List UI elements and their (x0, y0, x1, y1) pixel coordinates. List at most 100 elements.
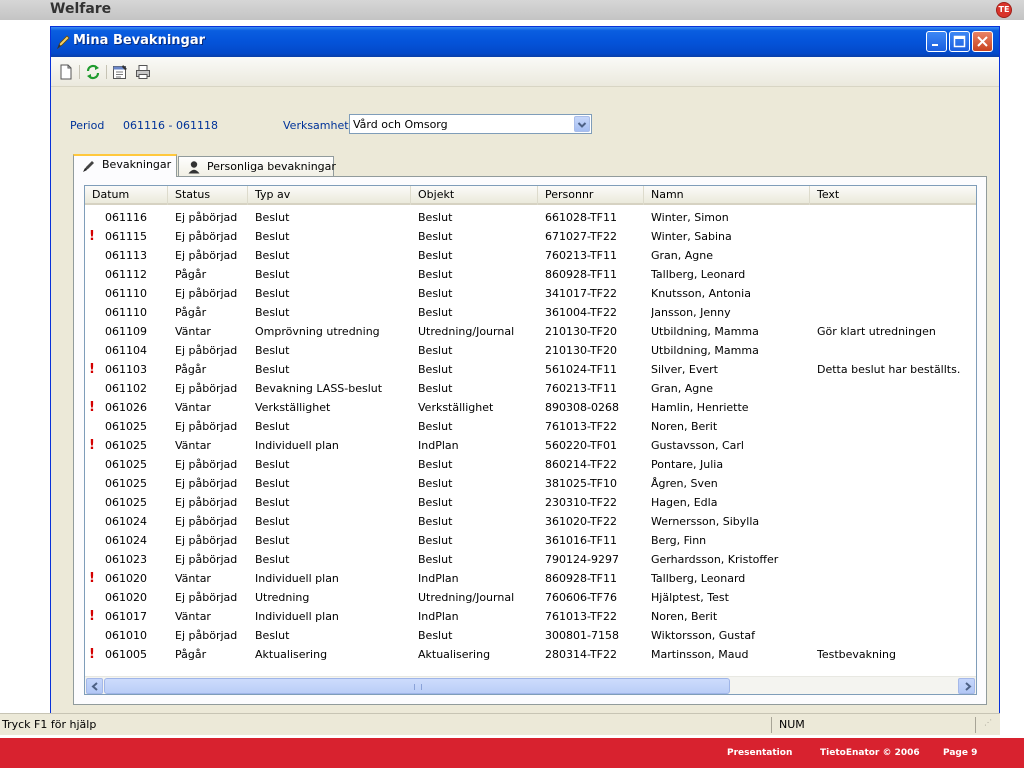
cell-personnr: 860928-TF11 (545, 572, 617, 585)
column-header-text[interactable]: Text (810, 186, 976, 205)
print-icon[interactable] (135, 64, 151, 80)
properties-icon[interactable] (112, 64, 128, 80)
table-row[interactable]: 061024 Ej påbörjad Beslut Beslut 361016-TF11… (85, 531, 976, 550)
cell-status: Väntar (175, 401, 211, 414)
cell-typ: Beslut (255, 458, 290, 471)
verksamhet-select[interactable]: Vård och Omsorg (349, 114, 592, 134)
cell-personnr: 381025-TF10 (545, 477, 617, 490)
table-row[interactable]: 061023 Ej påbörjad Beslut Beslut 790124-9297… (85, 550, 976, 569)
horizontal-scrollbar[interactable] (85, 676, 976, 694)
table-row[interactable]: 061109 Väntar Omprövning utredning Utrednin… (85, 322, 976, 341)
table-row[interactable]: 061110 Ej påbörjad Beslut Beslut 341017-TF22… (85, 284, 976, 303)
table-row[interactable]: ! 061103 Pågår Beslut Beslut 561024-TF11 Silve… (85, 360, 976, 379)
cell-status: Pågår (175, 648, 207, 661)
cell-objekt: Beslut (418, 287, 453, 300)
cell-datum: 061023 (105, 553, 147, 566)
cell-typ: Verkställighet (255, 401, 331, 414)
table-row[interactable]: 061113 Ej påbörjad Beslut Beslut 760213-TF11… (85, 246, 976, 265)
cell-personnr: 860214-TF22 (545, 458, 617, 471)
tab-personliga-bevakningar[interactable]: Personliga bevakningar (178, 156, 336, 177)
period-value: 061116 - 061118 (123, 119, 218, 132)
column-header-objekt[interactable]: Objekt (411, 186, 538, 205)
cell-typ: Beslut (255, 363, 290, 376)
cell-namn: Utbildning, Mamma (651, 344, 759, 357)
table-row[interactable]: 061102 Ej påbörjad Bevakning LASS-beslut Be… (85, 379, 976, 398)
cell-objekt: Beslut (418, 249, 453, 262)
close-button[interactable] (972, 31, 993, 52)
table-row[interactable]: 061025 Ej påbörjad Beslut Beslut 860214-TF22… (85, 455, 976, 474)
tab-label: Bevakningar (102, 158, 172, 171)
cell-datum: 061025 (105, 420, 147, 433)
cell-namn: Winter, Sabina (651, 230, 732, 243)
help-text: Tryck F1 för hjälp (2, 718, 97, 731)
priority-flag-icon: ! (89, 609, 95, 624)
cell-personnr: 761013-TF22 (545, 420, 617, 433)
cell-personnr: 661028-TF11 (545, 211, 617, 224)
arrow-right-icon (965, 682, 972, 691)
cell-typ: Aktualisering (255, 648, 328, 661)
new-document-icon[interactable] (58, 64, 74, 80)
toolbar (51, 57, 999, 87)
cell-text (817, 588, 975, 607)
minimize-icon (932, 44, 938, 46)
minimize-button[interactable] (926, 31, 947, 52)
priority-flag-icon: ! (89, 647, 95, 662)
table-row[interactable]: 061025 Ej påbörjad Beslut Beslut 761013-TF22… (85, 417, 976, 436)
scroll-thumb[interactable] (104, 678, 730, 694)
table-row[interactable]: 061112 Pågår Beslut Beslut 860928-TF11 Tallbe… (85, 265, 976, 284)
title-bar[interactable]: Mina Bevakningar (51, 27, 999, 57)
app-pen-icon (57, 35, 70, 50)
column-header-personnr[interactable]: Personnr (538, 186, 644, 205)
table-row[interactable]: ! 061020 Väntar Individuell plan IndPlan 8609… (85, 569, 976, 588)
priority-flag-icon: ! (89, 229, 95, 244)
column-header-status[interactable]: Status (168, 186, 248, 205)
table-row[interactable]: 061104 Ej påbörjad Beslut Beslut 210130-TF20… (85, 341, 976, 360)
table-row[interactable]: 061024 Ej påbörjad Beslut Beslut 361020-TF22… (85, 512, 976, 531)
table-header: Datum Status Typ av Objekt Personnr Namn… (85, 186, 976, 205)
cell-namn: Tallberg, Leonard (651, 572, 746, 585)
cell-text (817, 246, 975, 265)
toolbar-separator (79, 65, 80, 79)
table-row[interactable]: ! 061115 Ej påbörjad Beslut Beslut 671027-TF2… (85, 227, 976, 246)
table-row[interactable]: 061110 Pågår Beslut Beslut 361004-TF22 Jansso… (85, 303, 976, 322)
cell-status: Ej påbörjad (175, 515, 238, 528)
app-window: Mina Bevakningar Period 061116 - 061118 … (50, 26, 1000, 735)
cell-namn: Gerhardsson, Kristoffer (651, 553, 779, 566)
bevakningar-table: Datum Status Typ av Objekt Personnr Namn… (84, 185, 977, 695)
table-row[interactable]: 061025 Ej påbörjad Beslut Beslut 230310-TF22… (85, 493, 976, 512)
close-icon (977, 36, 988, 47)
cell-status: Väntar (175, 572, 211, 585)
refresh-icon[interactable] (85, 64, 101, 80)
table-row[interactable]: ! 061017 Väntar Individuell plan IndPlan 7610… (85, 607, 976, 626)
table-row[interactable]: 061020 Ej påbörjad Utredning Utredning/Jour… (85, 588, 976, 607)
dropdown-button[interactable] (574, 116, 590, 132)
column-header-typ-av[interactable]: Typ av (248, 186, 411, 205)
table-row[interactable]: ! 061025 Väntar Individuell plan IndPlan 5602… (85, 436, 976, 455)
cell-datum: 061109 (105, 325, 147, 338)
cell-namn: Utbildning, Mamma (651, 325, 759, 338)
cell-datum: 061025 (105, 477, 147, 490)
cell-personnr: 280314-TF22 (545, 648, 617, 661)
tab-bevakningar[interactable]: Bevakningar (73, 154, 177, 177)
status-divider (771, 717, 772, 733)
person-icon (188, 161, 200, 174)
table-row[interactable]: ! 061005 Pågår Aktualisering Aktualisering 28… (85, 645, 976, 664)
scroll-right-button[interactable] (958, 678, 975, 694)
cell-typ: Beslut (255, 534, 290, 547)
cell-datum: 061010 (105, 629, 147, 642)
maximize-button[interactable] (949, 31, 970, 52)
cell-personnr: 341017-TF22 (545, 287, 617, 300)
cell-status: Ej påbörjad (175, 344, 238, 357)
resize-grip-icon[interactable]: ⋰ (984, 719, 992, 727)
maximize-icon (953, 35, 966, 48)
table-row[interactable]: ! 061026 Väntar Verkställighet Verkställighe… (85, 398, 976, 417)
priority-flag-icon: ! (89, 571, 95, 586)
table-row[interactable]: 061010 Ej påbörjad Beslut Beslut 300801-7158… (85, 626, 976, 645)
column-header-namn[interactable]: Namn (644, 186, 810, 205)
verksamhet-label: Verksamhet (283, 119, 349, 132)
column-header-datum[interactable]: Datum (85, 186, 168, 205)
table-row[interactable]: 061025 Ej påbörjad Beslut Beslut 381025-TF10… (85, 474, 976, 493)
cell-typ: Beslut (255, 211, 290, 224)
table-row[interactable]: 061116 Ej påbörjad Beslut Beslut 661028-TF11… (85, 208, 976, 227)
scroll-left-button[interactable] (86, 678, 103, 694)
